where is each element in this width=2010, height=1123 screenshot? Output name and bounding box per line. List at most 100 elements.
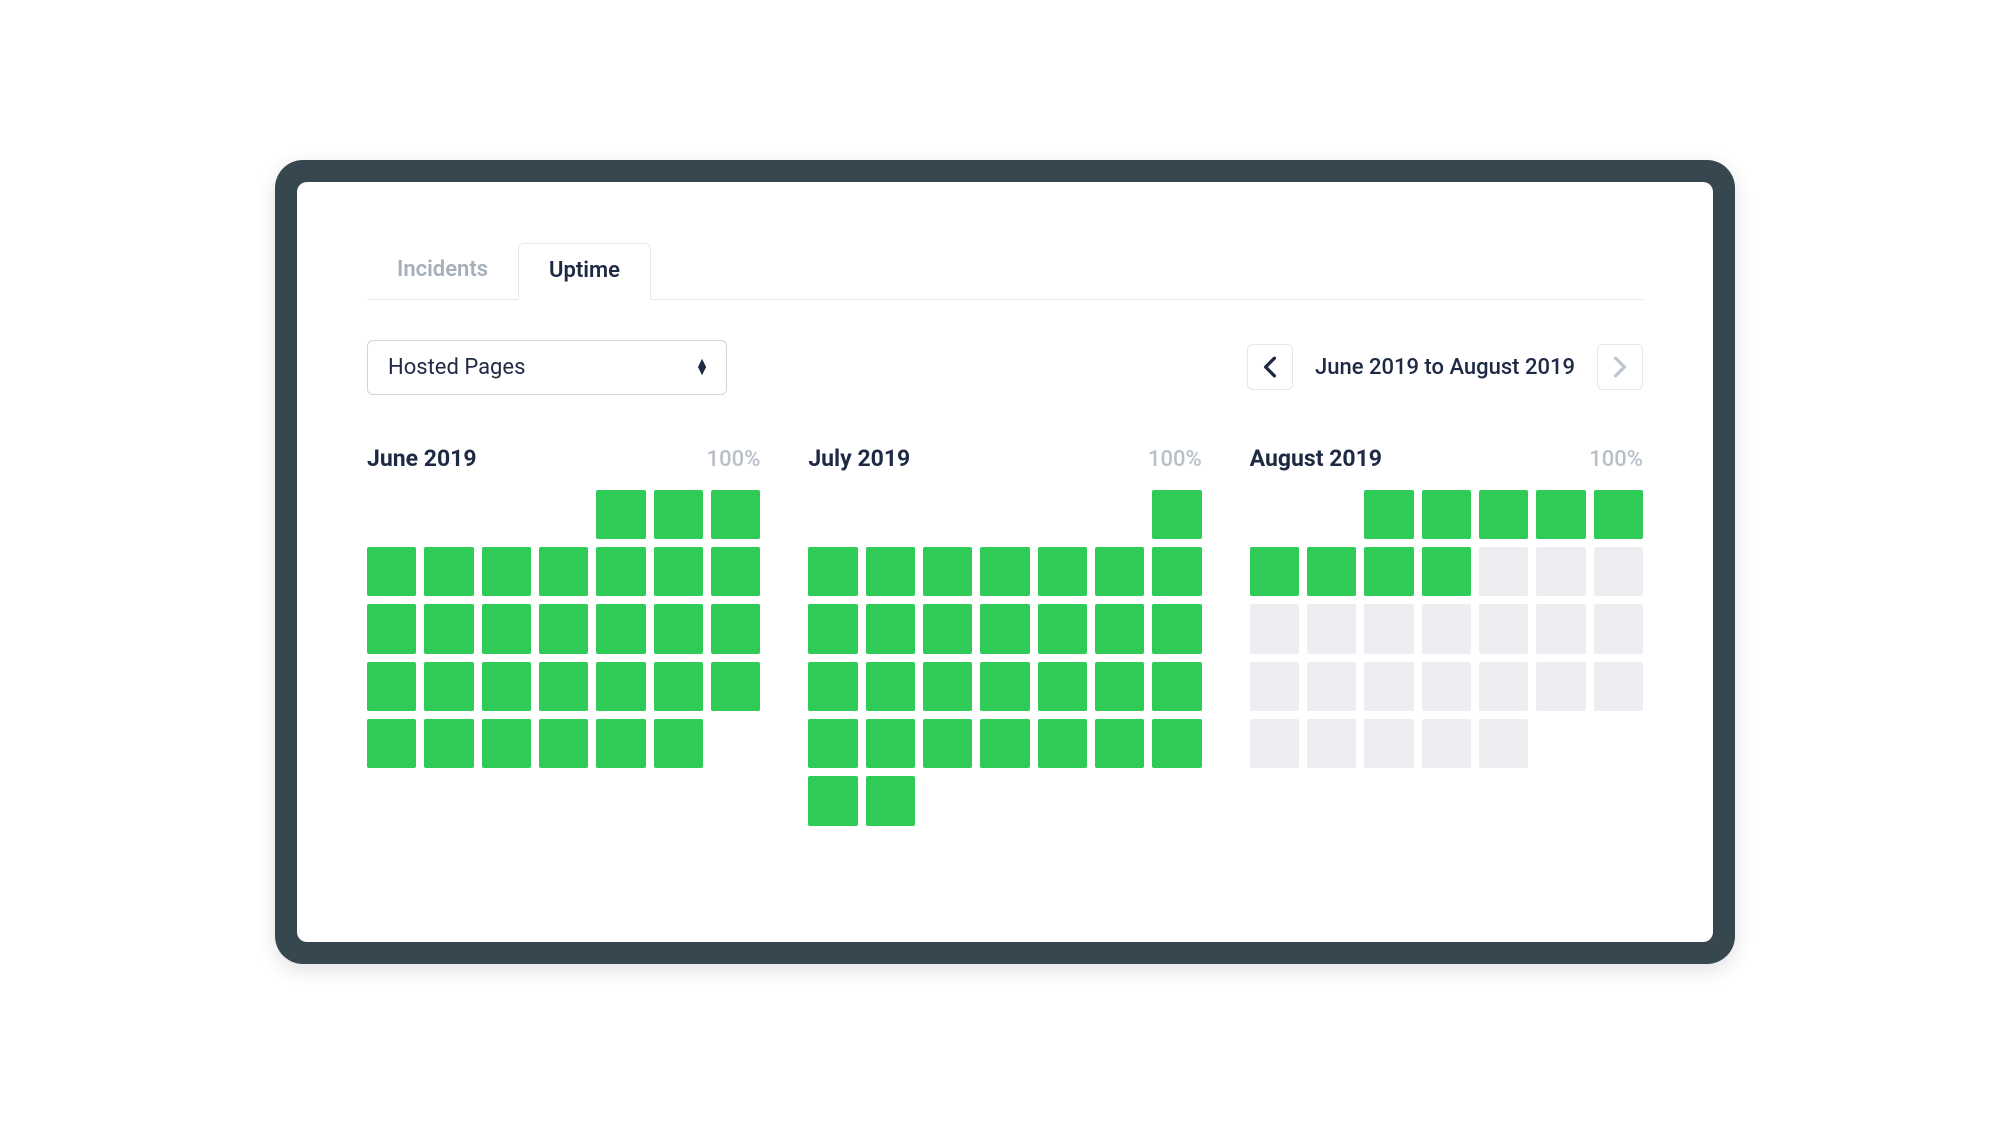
calendar-day-cell[interactable]: [808, 547, 857, 596]
calendar-day-cell[interactable]: [1594, 490, 1643, 539]
calendar-day-cell[interactable]: [482, 604, 531, 653]
calendar-day-cell[interactable]: [1152, 662, 1201, 711]
calendar-day-cell[interactable]: [424, 547, 473, 596]
calendar-day-cell[interactable]: [367, 604, 416, 653]
calendar-day-cell[interactable]: [808, 776, 857, 825]
calendar-day-cell[interactable]: [1095, 662, 1144, 711]
calendar-day-cell[interactable]: [424, 604, 473, 653]
calendar-day-cell[interactable]: [654, 662, 703, 711]
calendar-day-cell[interactable]: [808, 604, 857, 653]
calendar-day-cell[interactable]: [1250, 662, 1299, 711]
calendar-day-cell[interactable]: [711, 662, 760, 711]
calendar-day-cell[interactable]: [866, 547, 915, 596]
calendar-day-cell[interactable]: [1038, 604, 1087, 653]
calendar-day-cell[interactable]: [1095, 547, 1144, 596]
calendar-day-cell[interactable]: [980, 604, 1029, 653]
calendar-day-cell[interactable]: [539, 547, 588, 596]
calendar-day-cell[interactable]: [596, 547, 645, 596]
calendar-day-cell[interactable]: [1364, 662, 1413, 711]
calendar-day-cell[interactable]: [1250, 604, 1299, 653]
calendar-day-cell[interactable]: [596, 490, 645, 539]
calendar-day-cell[interactable]: [424, 662, 473, 711]
calendar-day-cell[interactable]: [980, 547, 1029, 596]
calendar-day-cell[interactable]: [923, 662, 972, 711]
calendar-day-cell[interactable]: [1479, 719, 1528, 768]
calendar-day-cell[interactable]: [980, 662, 1029, 711]
calendar-day-cell[interactable]: [711, 490, 760, 539]
calendar-day-cell[interactable]: [596, 662, 645, 711]
calendar-day-cell[interactable]: [1479, 547, 1528, 596]
calendar-day-cell[interactable]: [1422, 719, 1471, 768]
calendar-day-cell[interactable]: [1152, 604, 1201, 653]
calendar-day-cell[interactable]: [866, 776, 915, 825]
tab-incidents[interactable]: Incidents: [367, 243, 518, 300]
calendar-day-cell[interactable]: [711, 604, 760, 653]
calendar-day-cell[interactable]: [1364, 719, 1413, 768]
calendar-day-cell[interactable]: [424, 719, 473, 768]
calendar-day-cell[interactable]: [1038, 547, 1087, 596]
calendar-day-cell[interactable]: [1038, 662, 1087, 711]
calendar-day-cell[interactable]: [1250, 547, 1299, 596]
calendar-day-cell[interactable]: [596, 719, 645, 768]
calendar-day-cell[interactable]: [1536, 604, 1585, 653]
calendar-day-cell[interactable]: [1152, 719, 1201, 768]
calendar-day-cell[interactable]: [808, 719, 857, 768]
calendar-day-cell[interactable]: [980, 719, 1029, 768]
calendar-day-cell[interactable]: [539, 719, 588, 768]
next-range-button[interactable]: [1597, 344, 1643, 390]
calendar-day-cell[interactable]: [808, 662, 857, 711]
calendar-day-cell[interactable]: [1594, 547, 1643, 596]
controls-row: Hosted Pages ▲▼ June 2019 to August 2019: [367, 340, 1643, 395]
calendar-day-cell[interactable]: [1479, 490, 1528, 539]
calendar-day-cell[interactable]: [1307, 719, 1356, 768]
calendar-day-cell[interactable]: [1250, 719, 1299, 768]
calendar-day-cell[interactable]: [1364, 490, 1413, 539]
calendar-day-cell[interactable]: [1152, 490, 1201, 539]
calendar-day-cell[interactable]: [1422, 604, 1471, 653]
calendar-day-cell[interactable]: [654, 490, 703, 539]
calendar-day-cell[interactable]: [1095, 719, 1144, 768]
calendar-day-cell[interactable]: [1364, 547, 1413, 596]
component-select[interactable]: Hosted Pages ▲▼: [367, 340, 727, 395]
calendar-day-cell[interactable]: [367, 719, 416, 768]
tab-uptime[interactable]: Uptime: [518, 243, 651, 300]
calendar-day-cell[interactable]: [866, 662, 915, 711]
calendar-day-cell[interactable]: [367, 662, 416, 711]
calendar-day-cell[interactable]: [1095, 604, 1144, 653]
calendar-day-cell[interactable]: [1152, 547, 1201, 596]
calendar-day-cell[interactable]: [1364, 604, 1413, 653]
calendar-day-cell[interactable]: [1479, 604, 1528, 653]
calendar-day-cell[interactable]: [923, 547, 972, 596]
calendar-day-cell[interactable]: [1594, 604, 1643, 653]
calendar-cell-empty: [1095, 490, 1144, 539]
calendar-day-cell[interactable]: [1307, 662, 1356, 711]
calendar-day-cell[interactable]: [539, 662, 588, 711]
calendar-cell-empty: [424, 490, 473, 539]
calendar-day-cell[interactable]: [596, 604, 645, 653]
calendar-day-cell[interactable]: [1594, 662, 1643, 711]
calendar-day-cell[interactable]: [482, 547, 531, 596]
prev-range-button[interactable]: [1247, 344, 1293, 390]
calendar-day-cell[interactable]: [482, 662, 531, 711]
calendar-day-cell[interactable]: [923, 719, 972, 768]
calendar-day-cell[interactable]: [1479, 662, 1528, 711]
calendar-day-cell[interactable]: [482, 719, 531, 768]
calendar-day-cell[interactable]: [1536, 662, 1585, 711]
calendar-day-cell[interactable]: [367, 547, 416, 596]
calendar-day-cell[interactable]: [654, 547, 703, 596]
calendar-day-cell[interactable]: [1038, 719, 1087, 768]
calendar-day-cell[interactable]: [923, 604, 972, 653]
calendar-day-cell[interactable]: [711, 547, 760, 596]
calendar-day-cell[interactable]: [1307, 604, 1356, 653]
calendar-day-cell[interactable]: [654, 719, 703, 768]
calendar-day-cell[interactable]: [1307, 547, 1356, 596]
calendar-day-cell[interactable]: [1422, 662, 1471, 711]
calendar-day-cell[interactable]: [866, 719, 915, 768]
calendar-day-cell[interactable]: [1536, 547, 1585, 596]
calendar-day-cell[interactable]: [1536, 490, 1585, 539]
calendar-day-cell[interactable]: [1422, 490, 1471, 539]
calendar-day-cell[interactable]: [866, 604, 915, 653]
calendar-day-cell[interactable]: [654, 604, 703, 653]
calendar-day-cell[interactable]: [539, 604, 588, 653]
calendar-day-cell[interactable]: [1422, 547, 1471, 596]
